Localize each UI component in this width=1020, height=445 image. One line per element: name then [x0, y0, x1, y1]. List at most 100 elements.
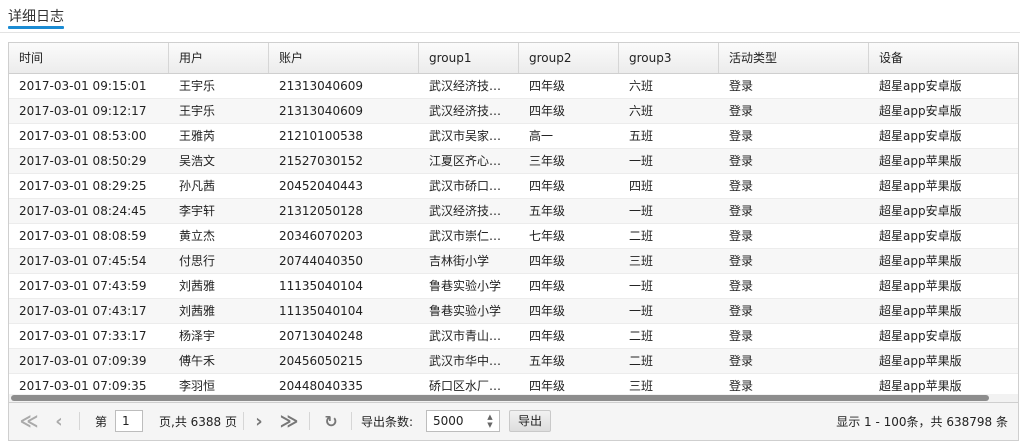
column-header-group3[interactable]: group3 [619, 43, 719, 73]
cell-group3: 一班 [629, 154, 654, 168]
cell-time: 2017-03-01 08:50:29 [19, 154, 147, 168]
column-header-activity-type[interactable]: 活动类型 [719, 43, 869, 73]
cell-group2: 四年级 [529, 79, 566, 93]
prev-page-icon[interactable]: ‹ [47, 410, 71, 432]
page-number-input[interactable]: 1 [115, 410, 143, 432]
cell-group1: 武汉市崇仁… [429, 229, 502, 243]
cell-user: 王宇乐 [179, 104, 216, 118]
export-count-stepper[interactable]: 5000 ▲ ▼ [426, 410, 500, 432]
cell-user: 刘茜雅 [179, 279, 216, 293]
cell-group2: 五年级 [529, 204, 566, 218]
cell-group2: 高一 [529, 129, 554, 143]
cell-group3: 六班 [629, 79, 654, 93]
cell-group1: 武汉经济技… [429, 79, 502, 93]
cell-device: 超星app苹果版 [879, 179, 962, 193]
last-page-icon[interactable]: ≫ [277, 410, 301, 432]
tab-detail-log[interactable]: 详细日志 [8, 6, 64, 26]
cell-time: 2017-03-01 07:43:17 [19, 304, 147, 318]
records-summary: 显示 1 - 100条，共 638798 条 [836, 415, 1008, 429]
table-body: 2017-03-01 09:15:01 王宇乐 21313040609 武汉经济技… 四… [9, 74, 1018, 399]
table-row[interactable]: 2017-03-01 08:53:00 王雅芮 21210100538 武汉市吴家… 高… [9, 124, 1018, 149]
column-header-device[interactable]: 设备 [869, 43, 1018, 73]
column-header-account[interactable]: 账户 [269, 43, 419, 73]
cell-device: 超星app苹果版 [879, 279, 962, 293]
cell-time: 2017-03-01 07:43:59 [19, 279, 147, 293]
cell-group2: 三年级 [529, 154, 566, 168]
cell-group3: 六班 [629, 104, 654, 118]
horizontal-scrollbar-thumb[interactable] [11, 395, 989, 401]
cell-group1: 武汉经济技… [429, 204, 502, 218]
cell-account: 20713040248 [279, 329, 363, 343]
cell-time: 2017-03-01 08:29:25 [19, 179, 147, 193]
cell-device: 超星app安卓版 [879, 104, 962, 118]
cell-group1: 武汉市华中… [429, 354, 502, 368]
cell-group3: 二班 [629, 354, 654, 368]
cell-time: 2017-03-01 08:08:59 [19, 229, 147, 243]
pager-separator [243, 412, 244, 430]
page-prefix: 第 [95, 415, 108, 429]
cell-account: 20346070203 [279, 229, 363, 243]
export-button[interactable]: 导出 [509, 410, 551, 432]
table-row[interactable]: 2017-03-01 08:50:29 吴浩文 21527030152 江夏区齐心… 三… [9, 149, 1018, 174]
table-row[interactable]: 2017-03-01 07:09:39 傅午禾 20456050215 武汉市华中… 五… [9, 349, 1018, 374]
table-row[interactable]: 2017-03-01 07:33:17 杨泽宇 20713040248 武汉市青山… 四… [9, 324, 1018, 349]
cell-account: 20452040443 [279, 179, 363, 193]
table-row[interactable]: 2017-03-01 07:43:59 刘茜雅 11135040104 鲁巷实验小学 四… [9, 274, 1018, 299]
next-page-icon[interactable]: › [247, 410, 271, 432]
export-count-value: 5000 [433, 414, 464, 428]
page-total: 页,共 6388 页 [159, 415, 237, 429]
first-page-icon[interactable]: ≪ [17, 410, 41, 432]
cell-group3: 三班 [629, 254, 654, 268]
cell-group3: 一班 [629, 204, 654, 218]
cell-activity-type: 登录 [729, 104, 754, 118]
cell-group1: 武汉市吴家… [429, 129, 502, 143]
cell-activity-type: 登录 [729, 79, 754, 93]
cell-group2: 四年级 [529, 179, 566, 193]
cell-device: 超星app安卓版 [879, 229, 962, 243]
cell-device: 超星app苹果版 [879, 304, 962, 318]
column-header-group1[interactable]: group1 [419, 43, 519, 73]
table-row[interactable]: 2017-03-01 08:08:59 黄立杰 20346070203 武汉市崇仁… 七… [9, 224, 1018, 249]
cell-group1: 鲁巷实验小学 [429, 279, 502, 293]
cell-user: 孙凡茜 [179, 179, 216, 193]
column-header-time[interactable]: 时间 [9, 43, 169, 73]
cell-group2: 五年级 [529, 354, 566, 368]
cell-group2: 四年级 [529, 104, 566, 118]
cell-activity-type: 登录 [729, 279, 754, 293]
cell-user: 李宇轩 [179, 204, 216, 218]
cell-group3: 一班 [629, 304, 654, 318]
cell-user: 傅午禾 [179, 354, 216, 368]
column-header-group2[interactable]: group2 [519, 43, 619, 73]
cell-activity-type: 登录 [729, 254, 754, 268]
table-row[interactable]: 2017-03-01 09:12:17 王宇乐 21313040609 武汉经济技… 四… [9, 99, 1018, 124]
cell-user: 杨泽宇 [179, 329, 216, 343]
horizontal-scrollbar[interactable] [9, 394, 1018, 402]
cell-activity-type: 登录 [729, 304, 754, 318]
stepper-arrows-icon[interactable]: ▲ ▼ [485, 413, 495, 429]
column-header-user[interactable]: 用户 [169, 43, 269, 73]
table-row[interactable]: 2017-03-01 08:24:45 李宇轩 21312050128 武汉经济技… 五… [9, 199, 1018, 224]
pager-separator [309, 412, 310, 430]
cell-device: 超星app苹果版 [879, 154, 962, 168]
cell-group2: 四年级 [529, 254, 566, 268]
cell-account: 21527030152 [279, 154, 363, 168]
table-row[interactable]: 2017-03-01 08:29:25 孙凡茜 20452040443 武汉市硚口… 四… [9, 174, 1018, 199]
cell-group3: 五班 [629, 129, 654, 143]
cell-activity-type: 登录 [729, 354, 754, 368]
cell-user: 王雅芮 [179, 129, 216, 143]
cell-account: 21313040609 [279, 79, 363, 93]
cell-activity-type: 登录 [729, 179, 754, 193]
table-row[interactable]: 2017-03-01 07:45:54 付思行 20744040350 吉林街小学 四年… [9, 249, 1018, 274]
table-row[interactable]: 2017-03-01 09:15:01 王宇乐 21313040609 武汉经济技… 四… [9, 74, 1018, 99]
cell-user: 付思行 [179, 254, 216, 268]
refresh-icon[interactable]: ↻ [319, 410, 343, 432]
cell-group3: 四班 [629, 179, 654, 193]
pager-separator [351, 412, 352, 430]
table-row[interactable]: 2017-03-01 07:43:17 刘茜雅 11135040104 鲁巷实验小学 四… [9, 299, 1018, 324]
cell-user: 王宇乐 [179, 79, 216, 93]
cell-activity-type: 登录 [729, 229, 754, 243]
cell-group3: 一班 [629, 279, 654, 293]
cell-account: 20456050215 [279, 354, 363, 368]
export-count-label: 导出条数: [361, 415, 414, 429]
cell-activity-type: 登录 [729, 129, 754, 143]
